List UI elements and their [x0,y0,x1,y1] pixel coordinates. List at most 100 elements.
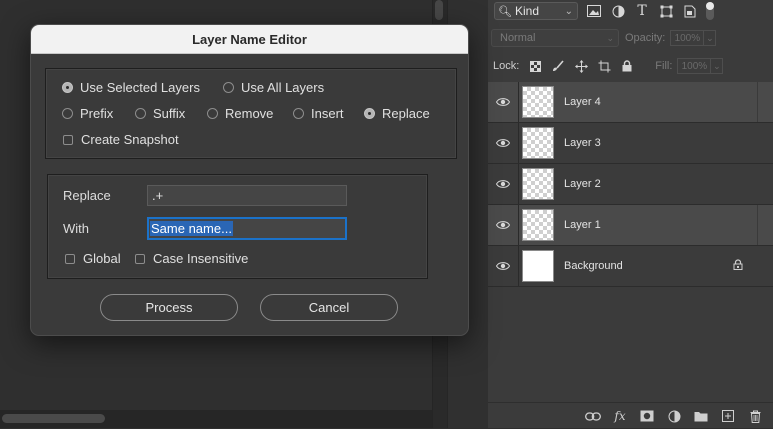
lock-transparent-pixels-icon[interactable] [528,59,542,73]
layer-thumbnail [522,250,554,282]
eye-visibility-icon[interactable] [488,138,518,148]
layer-divider [518,246,519,286]
dialog-title: Layer Name Editor [31,25,468,54]
radio-label: Use Selected Layers [80,80,200,95]
global-checkbox[interactable]: Global [65,251,121,266]
opacity-field[interactable]: 100% [670,30,705,46]
layer-row[interactable]: Layer 1 [488,205,773,246]
layers-panel: 🔍︎ Kind ⌄ T Normal ⌄ Opacity: 100% ⌄ Loc… [488,0,773,428]
suffix-radio[interactable]: Suffix [135,106,185,121]
use-all-layers-radio[interactable]: Use All Layers [223,80,324,95]
layer-style-fx-icon[interactable]: fx [611,407,629,425]
layer-row[interactable]: Layer 2 [488,164,773,205]
layer-name: Layer 2 [564,178,601,190]
blend-mode-value: Normal [500,32,536,44]
lock-icon[interactable] [733,259,743,273]
layer-filter-row: 🔍︎ Kind ⌄ T [488,0,773,22]
radio-label: Suffix [153,106,186,121]
type-layer-filter-icon[interactable]: T [634,3,650,19]
shape-layer-filter-icon[interactable] [658,3,674,19]
cancel-button[interactable]: Cancel [260,294,398,321]
radio-selected-icon [62,82,73,93]
layers-panel-footer: fx [488,402,773,429]
radio-icon [135,108,146,119]
layer-name: Layer 4 [564,96,601,108]
checkbox-label: Case Insensitive [153,251,249,266]
layer-row[interactable]: Background [488,246,773,287]
blend-mode-select[interactable]: Normal ⌄ [491,29,619,47]
chevron-down-icon[interactable]: ⌄ [704,30,717,46]
new-group-folder-icon[interactable] [692,407,710,425]
fill-field[interactable]: 100% [677,58,712,74]
layer-divider [518,164,519,204]
eye-visibility-icon[interactable] [488,220,518,230]
pixel-layer-filter-icon[interactable] [586,3,602,19]
chevron-down-icon: ⌄ [606,32,614,43]
layer-name: Layer 1 [564,219,601,231]
new-layer-icon[interactable] [719,407,737,425]
radio-selected-icon [364,108,375,119]
eye-visibility-icon[interactable] [488,97,518,107]
with-input-value: Same name... [150,221,233,236]
lock-row: Lock: Fill: 100% ⌄ [488,56,773,76]
layer-thumbnail [522,168,554,200]
layer-name: Background [564,260,623,272]
new-adjustment-layer-icon[interactable] [665,407,683,425]
chevron-down-icon: ⌄ [564,5,573,17]
radio-icon [223,82,234,93]
insert-radio[interactable]: Insert [293,106,344,121]
checkbox-icon [65,253,75,264]
smart-object-filter-icon[interactable] [682,3,698,19]
create-snapshot-checkbox[interactable]: Create Snapshot [63,132,179,147]
filter-kind-select[interactable]: 🔍︎ Kind ⌄ [494,2,578,20]
checkbox-label: Create Snapshot [81,132,179,147]
radio-label: Use All Layers [241,80,325,95]
link-layers-icon[interactable] [584,407,602,425]
process-button[interactable]: Process [100,294,238,321]
remove-radio[interactable]: Remove [207,106,273,121]
checkbox-label: Global [83,251,121,266]
eye-visibility-icon[interactable] [488,179,518,189]
lock-label: Lock: [493,60,520,72]
replace-input[interactable]: .+ [147,185,347,206]
layer-row[interactable]: Layer 4 [488,82,773,123]
adjustment-layer-filter-icon[interactable] [610,3,626,19]
filter-toggle-switch[interactable] [706,2,714,20]
filter-kind-value: Kind [514,4,539,18]
replace-radio[interactable]: Replace [364,106,430,121]
chevron-down-icon[interactable]: ⌄ [711,58,724,74]
with-input[interactable]: Same name... [147,217,347,240]
lock-image-pixels-brush-icon[interactable] [551,59,565,73]
trash-icon[interactable] [746,407,764,425]
search-icon: 🔍︎ [498,5,512,18]
replace-input-value: .+ [152,188,164,203]
layer-name: Layer 3 [564,137,601,149]
vertical-scrollbar-thumb[interactable] [435,0,443,20]
with-label: With [63,221,89,236]
radio-icon [207,108,218,119]
radio-icon [293,108,304,119]
layer-divider [518,82,519,122]
options-group: Use Selected Layers Use All Layers Prefi… [45,68,457,159]
checkbox-icon [135,253,145,264]
layer-divider [518,205,519,245]
radio-icon [62,108,73,119]
add-mask-icon[interactable] [638,407,656,425]
replace-group: Replace .+ With Same name... Global Case… [47,174,428,279]
layer-row[interactable]: Layer 3 [488,123,773,164]
checkbox-icon [63,134,73,145]
replace-label: Replace [63,188,111,203]
use-selected-layers-radio[interactable]: Use Selected Layers [62,80,200,95]
lock-all-icon[interactable] [620,59,634,73]
case-insensitive-checkbox[interactable]: Case Insensitive [135,251,248,266]
lock-artboard-crop-icon[interactable] [597,59,611,73]
opacity-label: Opacity: [625,32,666,44]
eye-visibility-icon[interactable] [488,261,518,271]
lock-position-move-icon[interactable] [574,59,588,73]
layer-name-editor-dialog: Layer Name Editor Use Selected Layers Us… [30,24,469,336]
radio-label: Replace [382,106,430,121]
horizontal-scrollbar-thumb[interactable] [2,414,105,423]
prefix-radio[interactable]: Prefix [62,106,113,121]
layer-thumbnail [522,86,554,118]
layer-list: Layer 4 Layer 3 Layer 2 Layer 1 Backgrou… [488,82,773,287]
